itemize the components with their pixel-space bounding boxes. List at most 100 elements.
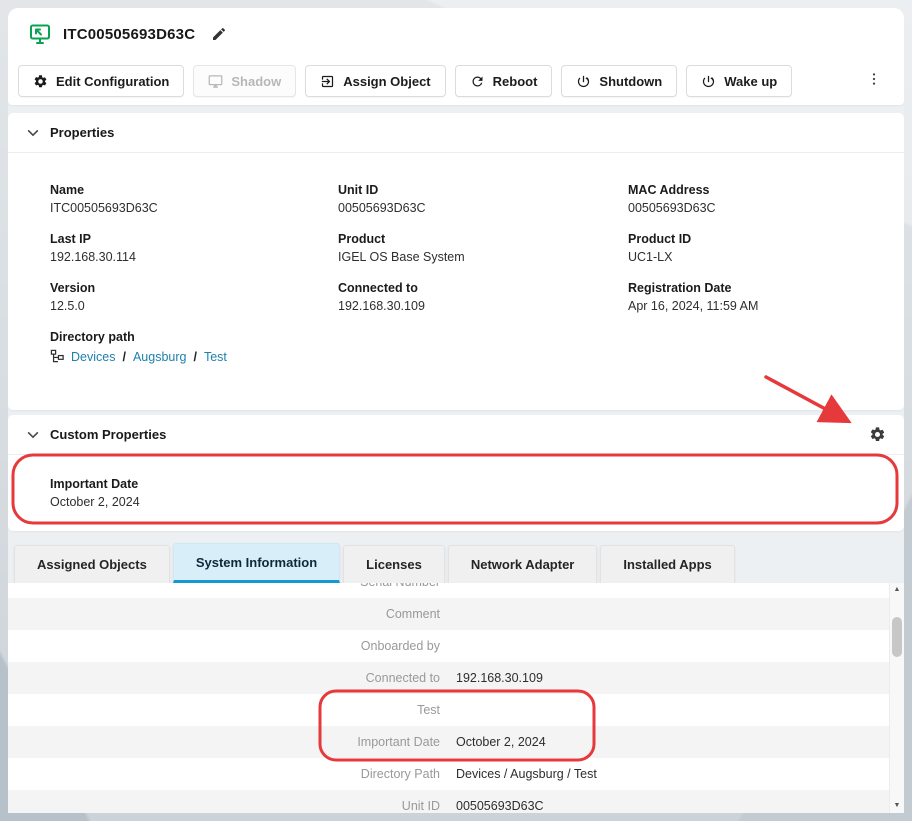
property-value: Apr 16, 2024, 11:59 AM <box>628 299 884 313</box>
property-value: 192.168.30.114 <box>50 250 338 264</box>
kebab-menu-icon <box>866 71 882 87</box>
reboot-icon <box>470 74 485 89</box>
property-label: Name <box>50 183 338 197</box>
power-icon <box>701 74 716 89</box>
tab-assigned-objects[interactable]: Assigned Objects <box>14 545 170 583</box>
button-label: Assign Object <box>343 74 430 89</box>
edit-name-pencil-icon[interactable] <box>211 26 227 42</box>
device-detail-page: ITC00505693D63C Edit Configuration Shado… <box>8 8 904 813</box>
tab-licenses[interactable]: Licenses <box>343 545 445 583</box>
button-label: Shadow <box>231 74 281 89</box>
page-title: ITC00505693D63C <box>63 26 195 43</box>
custom-property-field-important-date: Important Date October 2, 2024 <box>50 477 884 510</box>
property-value: October 2, 2024 <box>50 495 884 509</box>
table-row-directory-path: Directory Path Devices / Augsburg / Test <box>8 758 889 790</box>
table-row-important-date: Important Date October 2, 2024 <box>8 726 889 758</box>
tab-installed-apps[interactable]: Installed Apps <box>600 545 734 583</box>
scrollbar-thumb[interactable] <box>892 617 902 657</box>
vertical-scrollbar[interactable]: ▲ ▼ <box>889 583 904 813</box>
property-field-mac-address: MAC Address 00505693D63C <box>628 183 884 216</box>
more-actions-button[interactable] <box>860 65 888 96</box>
assign-object-icon <box>320 74 335 89</box>
property-field-version: Version 12.5.0 <box>50 281 338 314</box>
row-value: 192.168.30.109 <box>456 671 543 685</box>
table-row-serial-number: Serial Number <box>8 583 889 598</box>
shutdown-button[interactable]: Shutdown <box>561 65 677 97</box>
row-label: Serial Number <box>8 583 440 589</box>
section-title: Properties <box>50 125 114 140</box>
property-field-name: Name ITC00505693D63C <box>50 183 338 216</box>
toolbar: Edit Configuration Shadow Assign Object … <box>8 60 904 105</box>
property-field-last-ip: Last IP 192.168.30.114 <box>50 232 338 265</box>
row-label: Onboarded by <box>8 639 440 653</box>
scroll-down-arrow-icon[interactable]: ▼ <box>890 800 904 812</box>
property-value: 00505693D63C <box>338 201 628 215</box>
property-value: 192.168.30.109 <box>338 299 628 313</box>
property-value: 00505693D63C <box>628 201 884 215</box>
properties-section: Properties Name ITC00505693D63C Unit ID … <box>8 113 904 410</box>
row-label: Comment <box>8 607 440 621</box>
property-value: ITC00505693D63C <box>50 201 338 215</box>
property-field-registration-date: Registration Date Apr 16, 2024, 11:59 AM <box>628 281 884 314</box>
property-field-unit-id: Unit ID 00505693D63C <box>338 183 628 216</box>
button-label: Wake up <box>724 74 777 89</box>
table-row-onboarded-by: Onboarded by <box>8 630 889 662</box>
row-value: Devices / Augsburg / Test <box>456 767 597 781</box>
property-value: UC1-LX <box>628 250 884 264</box>
reboot-button[interactable]: Reboot <box>455 65 553 97</box>
property-label: Important Date <box>50 477 884 491</box>
device-monitor-icon <box>28 22 52 46</box>
property-value: IGEL OS Base System <box>338 250 628 264</box>
system-information-panel: Serial Number Comment Onboarded by Conne… <box>8 583 904 813</box>
property-label: Product ID <box>628 232 884 246</box>
system-information-table: Serial Number Comment Onboarded by Conne… <box>8 583 889 813</box>
property-field-connected-to: Connected to 192.168.30.109 <box>338 281 628 314</box>
property-label: Last IP <box>50 232 338 246</box>
button-label: Shutdown <box>599 74 662 89</box>
property-field-product: Product IGEL OS Base System <box>338 232 628 265</box>
property-value: 12.5.0 <box>50 299 338 313</box>
table-row-unit-id: Unit ID 00505693D63C <box>8 790 889 813</box>
custom-properties-content: Important Date October 2, 2024 <box>8 455 904 510</box>
shadow-button[interactable]: Shadow <box>193 65 296 97</box>
property-label: Registration Date <box>628 281 884 295</box>
row-label: Directory Path <box>8 767 440 781</box>
breadcrumb-link-devices[interactable]: Devices <box>71 350 115 364</box>
breadcrumb-link-augsburg[interactable]: Augsburg <box>133 350 187 364</box>
properties-header[interactable]: Properties <box>8 113 904 153</box>
property-label: Unit ID <box>338 183 628 197</box>
assign-object-button[interactable]: Assign Object <box>305 65 445 97</box>
table-row-comment: Comment <box>8 598 889 630</box>
property-label: Directory path <box>50 330 884 344</box>
property-label: Version <box>50 281 338 295</box>
scroll-up-arrow-icon[interactable]: ▲ <box>890 584 904 596</box>
gear-icon <box>33 74 48 89</box>
edit-configuration-button[interactable]: Edit Configuration <box>18 65 184 97</box>
chevron-down-icon <box>26 428 40 442</box>
breadcrumb-separator: / <box>193 350 196 364</box>
row-label: Test <box>8 703 440 717</box>
header-card: ITC00505693D63C Edit Configuration Shado… <box>8 8 904 105</box>
property-label: Connected to <box>338 281 628 295</box>
chevron-down-icon <box>26 126 40 140</box>
title-row: ITC00505693D63C <box>8 8 904 60</box>
property-label: Product <box>338 232 628 246</box>
wake-up-button[interactable]: Wake up <box>686 65 792 97</box>
row-value: October 2, 2024 <box>456 735 546 749</box>
table-row-connected-to: Connected to 192.168.30.109 <box>8 662 889 694</box>
property-label: MAC Address <box>628 183 884 197</box>
breadcrumb: Devices / Augsburg / Test <box>50 349 884 364</box>
directory-path-field: Directory path Devices / Augsburg / Test <box>50 330 884 364</box>
breadcrumb-link-test[interactable]: Test <box>204 350 227 364</box>
section-title: Custom Properties <box>50 427 166 442</box>
table-row-test: Test <box>8 694 889 726</box>
tab-system-information[interactable]: System Information <box>173 543 340 583</box>
shadow-monitor-icon <box>208 74 223 89</box>
tab-bar: Assigned Objects System Information Lice… <box>8 543 904 583</box>
tab-network-adapter[interactable]: Network Adapter <box>448 545 598 583</box>
button-label: Reboot <box>493 74 538 89</box>
directory-tree-icon <box>50 349 65 364</box>
custom-properties-header[interactable]: Custom Properties <box>8 415 904 455</box>
custom-properties-settings-gear-icon[interactable] <box>869 426 886 443</box>
button-label: Edit Configuration <box>56 74 169 89</box>
